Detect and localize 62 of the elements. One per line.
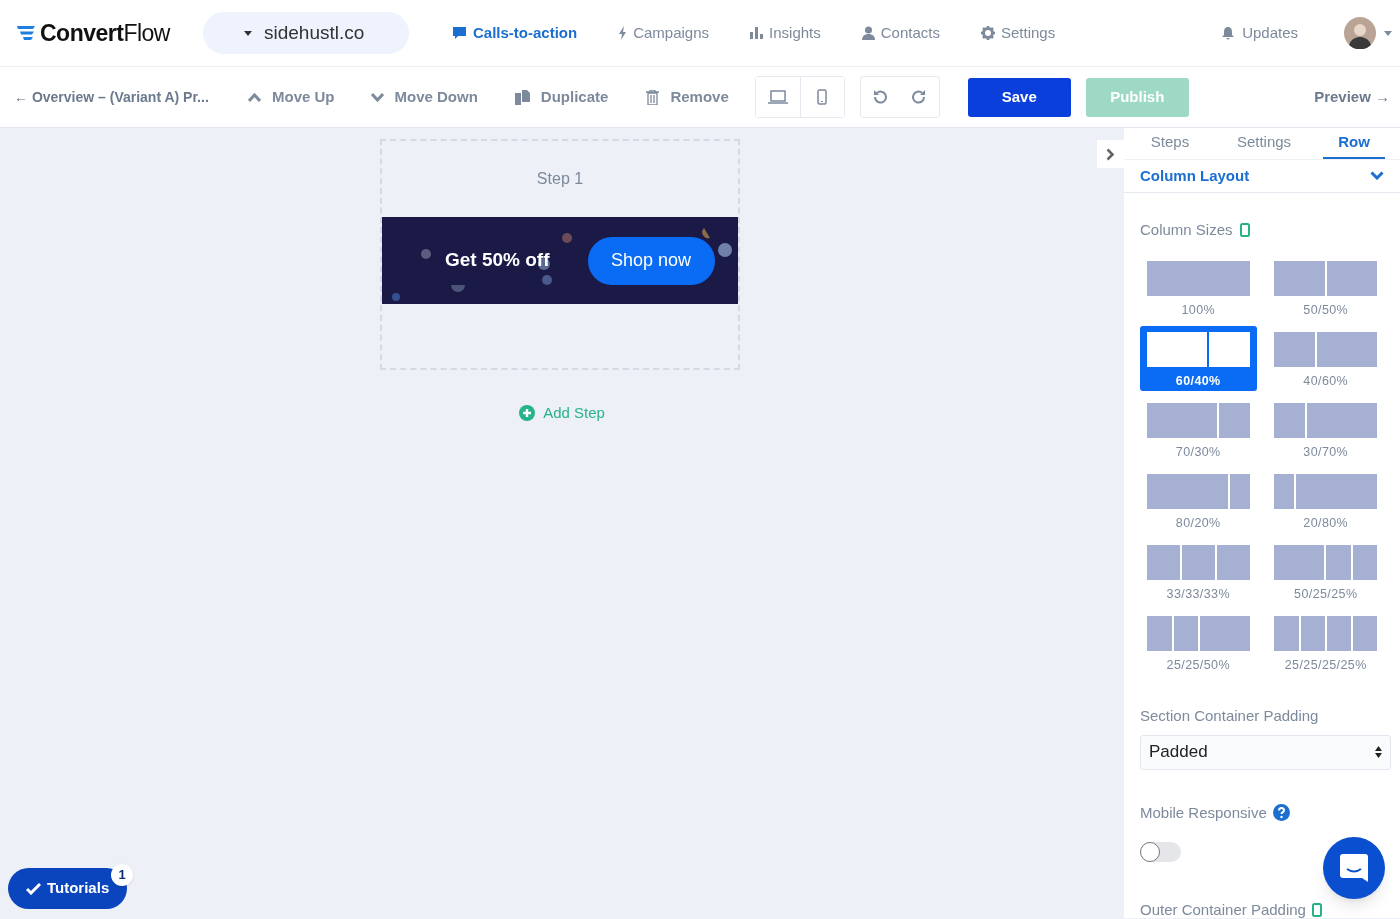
nav-tab[interactable]: Insights — [750, 21, 821, 45]
redo-icon — [911, 89, 928, 105]
notification-badge: 1 — [111, 864, 133, 886]
undo-icon — [872, 89, 889, 105]
lightning-icon — [618, 26, 628, 40]
toolbar-button[interactable]: Remove — [646, 85, 729, 109]
toolbar-button[interactable]: Move Up — [248, 85, 335, 109]
chevron-up-icon — [248, 92, 261, 102]
field-label: Outer Container Padding — [1140, 902, 1306, 918]
chevron-right-icon — [1106, 147, 1115, 161]
sort-arrows-icon — [1375, 745, 1382, 759]
plus-circle-icon — [519, 405, 536, 422]
bell-icon — [1222, 26, 1235, 40]
column-layout-section-header[interactable]: Column Layout — [1124, 160, 1400, 193]
preview-link[interactable]: Preview → — [1314, 85, 1390, 109]
chat-bubble-icon — [1340, 854, 1368, 882]
help-icon[interactable] — [1272, 804, 1290, 822]
toolbar-button[interactable]: Duplicate — [514, 85, 609, 109]
banner-preview[interactable]: Get 50% off Shop now — [382, 217, 738, 304]
field-label: Section Container Padding — [1140, 706, 1320, 726]
save-button[interactable]: Save — [967, 77, 1071, 117]
caret-icon — [244, 30, 252, 36]
checkmark-icon — [26, 882, 41, 895]
banner-headline: Get 50% off — [445, 248, 550, 273]
toggle-switch[interactable] — [1140, 842, 1181, 862]
chat-button[interactable] — [1323, 837, 1385, 899]
logo-icon — [17, 25, 37, 41]
trash-icon — [646, 89, 660, 105]
shop-now-button[interactable]: Shop now — [587, 236, 715, 285]
nav-tab[interactable]: Contacts — [861, 21, 940, 45]
caret-icon — [1384, 30, 1392, 36]
nav-tab[interactable]: Calls-to-action — [452, 21, 578, 45]
toolbar-button[interactable]: Move Down — [370, 85, 478, 109]
step-container[interactable]: Step 1 Get 50% off Shop now — [380, 139, 740, 370]
field-label: Column Sizes — [1140, 219, 1233, 240]
chevron-down-icon — [370, 92, 384, 102]
updates-link[interactable]: Updates — [1222, 21, 1298, 45]
collapse-panel-button[interactable] — [1097, 140, 1124, 168]
phone-icon — [1239, 222, 1250, 237]
site-dropdown[interactable]: sidehustl.co — [203, 12, 409, 54]
copy-icon — [514, 89, 530, 105]
breadcrumb-link[interactable]: ← Overview – (Variant A) Pr... — [14, 86, 209, 108]
field-label: Mobile Responsive — [1140, 802, 1267, 823]
panel-tab[interactable]: Row — [1323, 128, 1385, 160]
add-step-button[interactable]: Add Step — [519, 402, 605, 425]
laptop-icon — [767, 90, 788, 104]
column-size-option[interactable]: 60/40% — [1140, 326, 1257, 391]
settings-icon — [980, 26, 995, 40]
nav-tab[interactable]: Settings — [980, 21, 1056, 45]
chat-icon — [452, 26, 467, 40]
phone-icon — [1311, 903, 1322, 917]
phone-icon — [817, 89, 828, 105]
avatar-icon[interactable] — [1344, 17, 1376, 49]
device-toggle-button[interactable] — [799, 77, 844, 117]
panel-tab[interactable]: Steps — [1135, 128, 1205, 160]
bar-chart-icon — [750, 27, 764, 39]
logo-text[interactable]: ConvertFlow — [40, 15, 170, 51]
nav-tab[interactable]: Campaigns — [618, 21, 710, 45]
padding-select[interactable]: Padded — [1140, 734, 1391, 770]
panel-tab[interactable]: Settings — [1205, 128, 1323, 160]
person-icon — [861, 26, 875, 40]
step-title: Step 1 — [536, 169, 584, 189]
